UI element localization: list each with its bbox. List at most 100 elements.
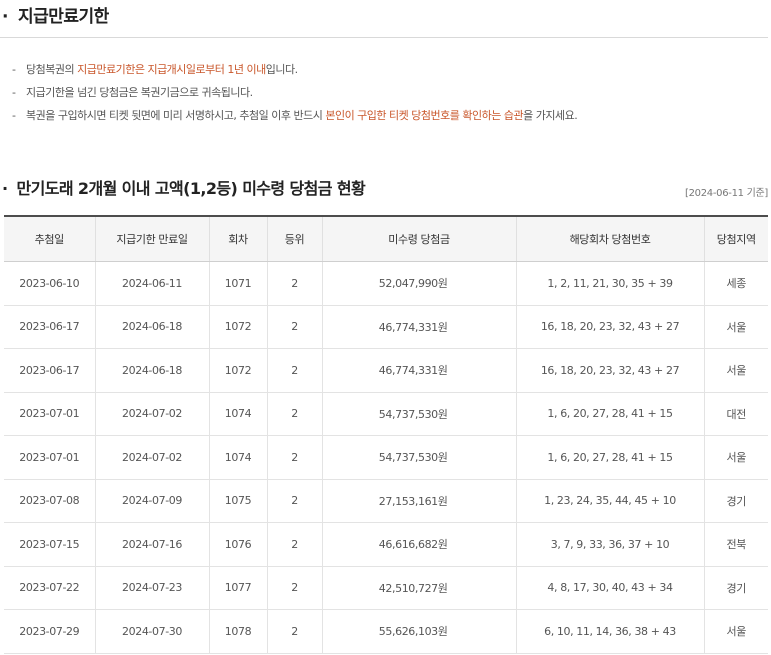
- draw-date-cell: 2023-07-08: [4, 479, 95, 523]
- round-cell: 1077: [208, 566, 267, 610]
- region-cell: 서울: [703, 435, 768, 480]
- rank-cell: 2: [266, 348, 322, 393]
- table-row: 2023-06-17 2024-06-18 1072 2 46,774,331원…: [4, 305, 768, 349]
- draw-date-cell: 2023-07-29: [4, 609, 95, 654]
- note-highlight: 지급만료기한은 지급개시일로부터 1년 이내: [77, 63, 266, 76]
- numbers-cell: 6, 10, 11, 14, 36, 38 + 43: [515, 609, 704, 654]
- column-header: 등위: [266, 216, 322, 262]
- table-row: 2023-07-15 2024-07-16 1076 2 46,616,682원…: [4, 522, 768, 567]
- table-row: 2023-06-10 2024-06-11 1071 2 52,047,990원…: [4, 261, 768, 306]
- region-cell: 전북: [703, 522, 768, 567]
- region-cell: 서울: [703, 609, 768, 654]
- amount-cell: 52,047,990원: [321, 261, 516, 306]
- note-highlight: 본인이 구입한 티켓 당첨번호를 확인하는 습관: [325, 109, 524, 122]
- bullet-icon: ·: [2, 7, 8, 27]
- draw-date-cell: 2023-07-15: [4, 522, 95, 567]
- numbers-cell: 1, 6, 20, 27, 28, 41 + 15: [515, 435, 704, 480]
- region-cell: 서울: [703, 348, 768, 393]
- region-cell: 경기: [703, 479, 768, 523]
- table-row: 2023-07-01 2024-07-02 1074 2 54,737,530원…: [4, 392, 768, 436]
- section-title-expiry: · 지급만료기한: [2, 2, 109, 28]
- column-header: 회차: [208, 216, 267, 262]
- numbers-cell: 4, 8, 17, 30, 40, 43 + 34: [515, 566, 704, 610]
- bullet-icon: ·: [2, 179, 8, 198]
- expiry-date-cell: 2024-06-11: [94, 261, 209, 306]
- table-row: 2023-07-01 2024-07-02 1074 2 54,737,530원…: [4, 435, 768, 480]
- section-title-unclaimed: · 만기도래 2개월 이내 고액(1,2등) 미수령 당첨금 현황: [2, 175, 366, 199]
- expiry-date-cell: 2024-07-30: [94, 609, 209, 654]
- numbers-cell: 1, 2, 11, 21, 30, 35 + 39: [515, 261, 704, 306]
- table-row: 2023-07-08 2024-07-09 1075 2 27,153,161원…: [4, 479, 768, 523]
- column-header: 지급기한 만료일: [94, 216, 209, 262]
- note-item: - 복권을 구입하시면 티켓 뒷면에 미리 서명하시고, 추첨일 이후 반드시 본…: [12, 109, 578, 122]
- draw-date-cell: 2023-06-10: [4, 261, 95, 306]
- rank-cell: 2: [266, 609, 322, 654]
- amount-cell: 46,774,331원: [321, 305, 516, 349]
- amount-cell: 27,153,161원: [321, 479, 516, 523]
- column-header: 해당회차 당첨번호: [515, 216, 704, 262]
- round-cell: 1074: [208, 392, 267, 436]
- rank-cell: 2: [266, 566, 322, 610]
- table-row: 2023-07-22 2024-07-23 1077 2 42,510,727원…: [4, 566, 768, 610]
- expiry-date-cell: 2024-07-09: [94, 479, 209, 523]
- expiry-date-cell: 2024-07-02: [94, 392, 209, 436]
- numbers-cell: 1, 6, 20, 27, 28, 41 + 15: [515, 392, 704, 436]
- numbers-cell: 1, 23, 24, 35, 44, 45 + 10: [515, 479, 704, 523]
- expiry-date-cell: 2024-07-02: [94, 435, 209, 480]
- unclaimed-prize-table: 추첨일 지급기한 만료일 회차 등위 미수령 당첨금 해당회차 당첨번호 당첨지…: [4, 215, 768, 654]
- basis-date: [2024-06-11 기준]: [685, 188, 768, 199]
- rank-cell: 2: [266, 261, 322, 306]
- table-row: 2023-06-17 2024-06-18 1072 2 46,774,331원…: [4, 348, 768, 393]
- amount-cell: 54,737,530원: [321, 435, 516, 480]
- note-text: 지급기한을 넘긴 당첨금은 복권기금으로 귀속됩니다.: [26, 86, 253, 99]
- expiry-date-cell: 2024-07-23: [94, 566, 209, 610]
- region-cell: 대전: [703, 392, 768, 436]
- table-row: 2023-07-29 2024-07-30 1078 2 55,626,103원…: [4, 609, 768, 654]
- column-header: 당첨지역: [703, 216, 768, 262]
- section-title-text: 지급만료기한: [17, 7, 109, 27]
- amount-cell: 54,737,530원: [321, 392, 516, 436]
- region-cell: 세종: [703, 261, 768, 306]
- rank-cell: 2: [266, 479, 322, 523]
- notes-list: - 당첨복권의 지급만료기한은 지급개시일로부터 1년 이내입니다. - 지급기한을…: [12, 60, 578, 129]
- round-cell: 1076: [208, 522, 267, 567]
- note-text: 을 가지세요.: [523, 109, 578, 122]
- numbers-cell: 16, 18, 20, 23, 32, 43 + 27: [515, 348, 704, 393]
- note-text: 입니다.: [265, 63, 298, 76]
- round-cell: 1078: [208, 609, 267, 654]
- expiry-date-cell: 2024-06-18: [94, 305, 209, 349]
- rank-cell: 2: [266, 392, 322, 436]
- section-title-text: 만기도래 2개월 이내 고액(1,2등) 미수령 당첨금 현황: [16, 179, 366, 198]
- amount-cell: 46,774,331원: [321, 348, 516, 393]
- amount-cell: 55,626,103원: [321, 609, 516, 654]
- draw-date-cell: 2023-06-17: [4, 348, 95, 393]
- region-cell: 경기: [703, 566, 768, 610]
- round-cell: 1074: [208, 435, 267, 480]
- divider: [0, 37, 768, 38]
- numbers-cell: 3, 7, 9, 33, 36, 37 + 10: [515, 522, 704, 567]
- region-cell: 서울: [703, 305, 768, 349]
- column-header: 추첨일: [4, 216, 95, 262]
- amount-cell: 46,616,682원: [321, 522, 516, 567]
- draw-date-cell: 2023-07-01: [4, 392, 95, 436]
- round-cell: 1072: [208, 348, 267, 393]
- table-header-row: 추첨일 지급기한 만료일 회차 등위 미수령 당첨금 해당회차 당첨번호 당첨지…: [4, 216, 768, 262]
- rank-cell: 2: [266, 435, 322, 480]
- rank-cell: 2: [266, 305, 322, 349]
- note-item: - 당첨복권의 지급만료기한은 지급개시일로부터 1년 이내입니다.: [12, 63, 298, 76]
- column-header: 미수령 당첨금: [321, 216, 516, 262]
- note-item: - 지급기한을 넘긴 당첨금은 복권기금으로 귀속됩니다.: [12, 86, 253, 99]
- amount-cell: 42,510,727원: [321, 566, 516, 610]
- expiry-date-cell: 2024-06-18: [94, 348, 209, 393]
- draw-date-cell: 2023-07-01: [4, 435, 95, 480]
- note-text: 당첨복권의: [26, 63, 78, 76]
- round-cell: 1071: [208, 261, 267, 306]
- numbers-cell: 16, 18, 20, 23, 32, 43 + 27: [515, 305, 704, 349]
- draw-date-cell: 2023-06-17: [4, 305, 95, 349]
- note-text: 복권을 구입하시면 티켓 뒷면에 미리 서명하시고, 추첨일 이후 반드시: [26, 109, 326, 122]
- rank-cell: 2: [266, 522, 322, 567]
- draw-date-cell: 2023-07-22: [4, 566, 95, 610]
- round-cell: 1075: [208, 479, 267, 523]
- round-cell: 1072: [208, 305, 267, 349]
- expiry-date-cell: 2024-07-16: [94, 522, 209, 567]
